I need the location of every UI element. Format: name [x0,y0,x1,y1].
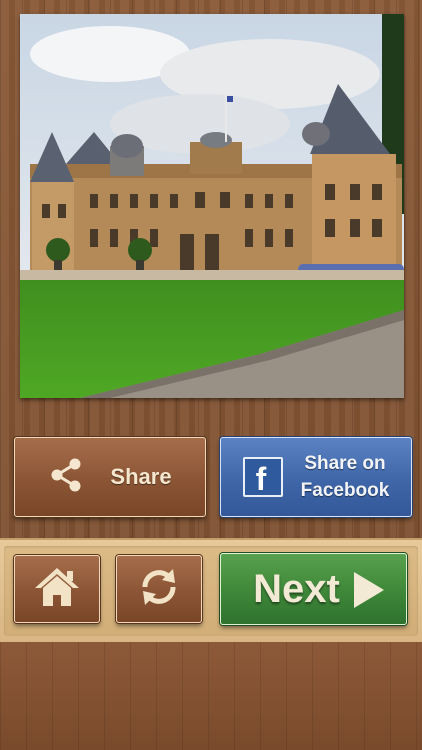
home-button[interactable] [14,555,100,623]
share-facebook-button[interactable]: f Share on Facebook [220,437,412,517]
share-facebook-line2: Facebook [300,480,390,501]
share-facebook-label: Share on Facebook [301,450,390,504]
play-arrow-icon [352,570,386,615]
facebook-icon: f [242,457,283,497]
puzzle-photo [20,14,404,398]
refresh-button[interactable] [116,555,202,623]
share-facebook-line1: Share on [304,453,386,474]
share-icon [48,457,84,498]
share-label: Share [110,464,172,489]
wood-footer [0,642,422,750]
next-label: Next [253,566,340,611]
refresh-icon [137,565,181,614]
share-button[interactable]: Share [14,437,206,517]
next-button[interactable]: Next [220,553,407,625]
home-icon [33,566,81,613]
